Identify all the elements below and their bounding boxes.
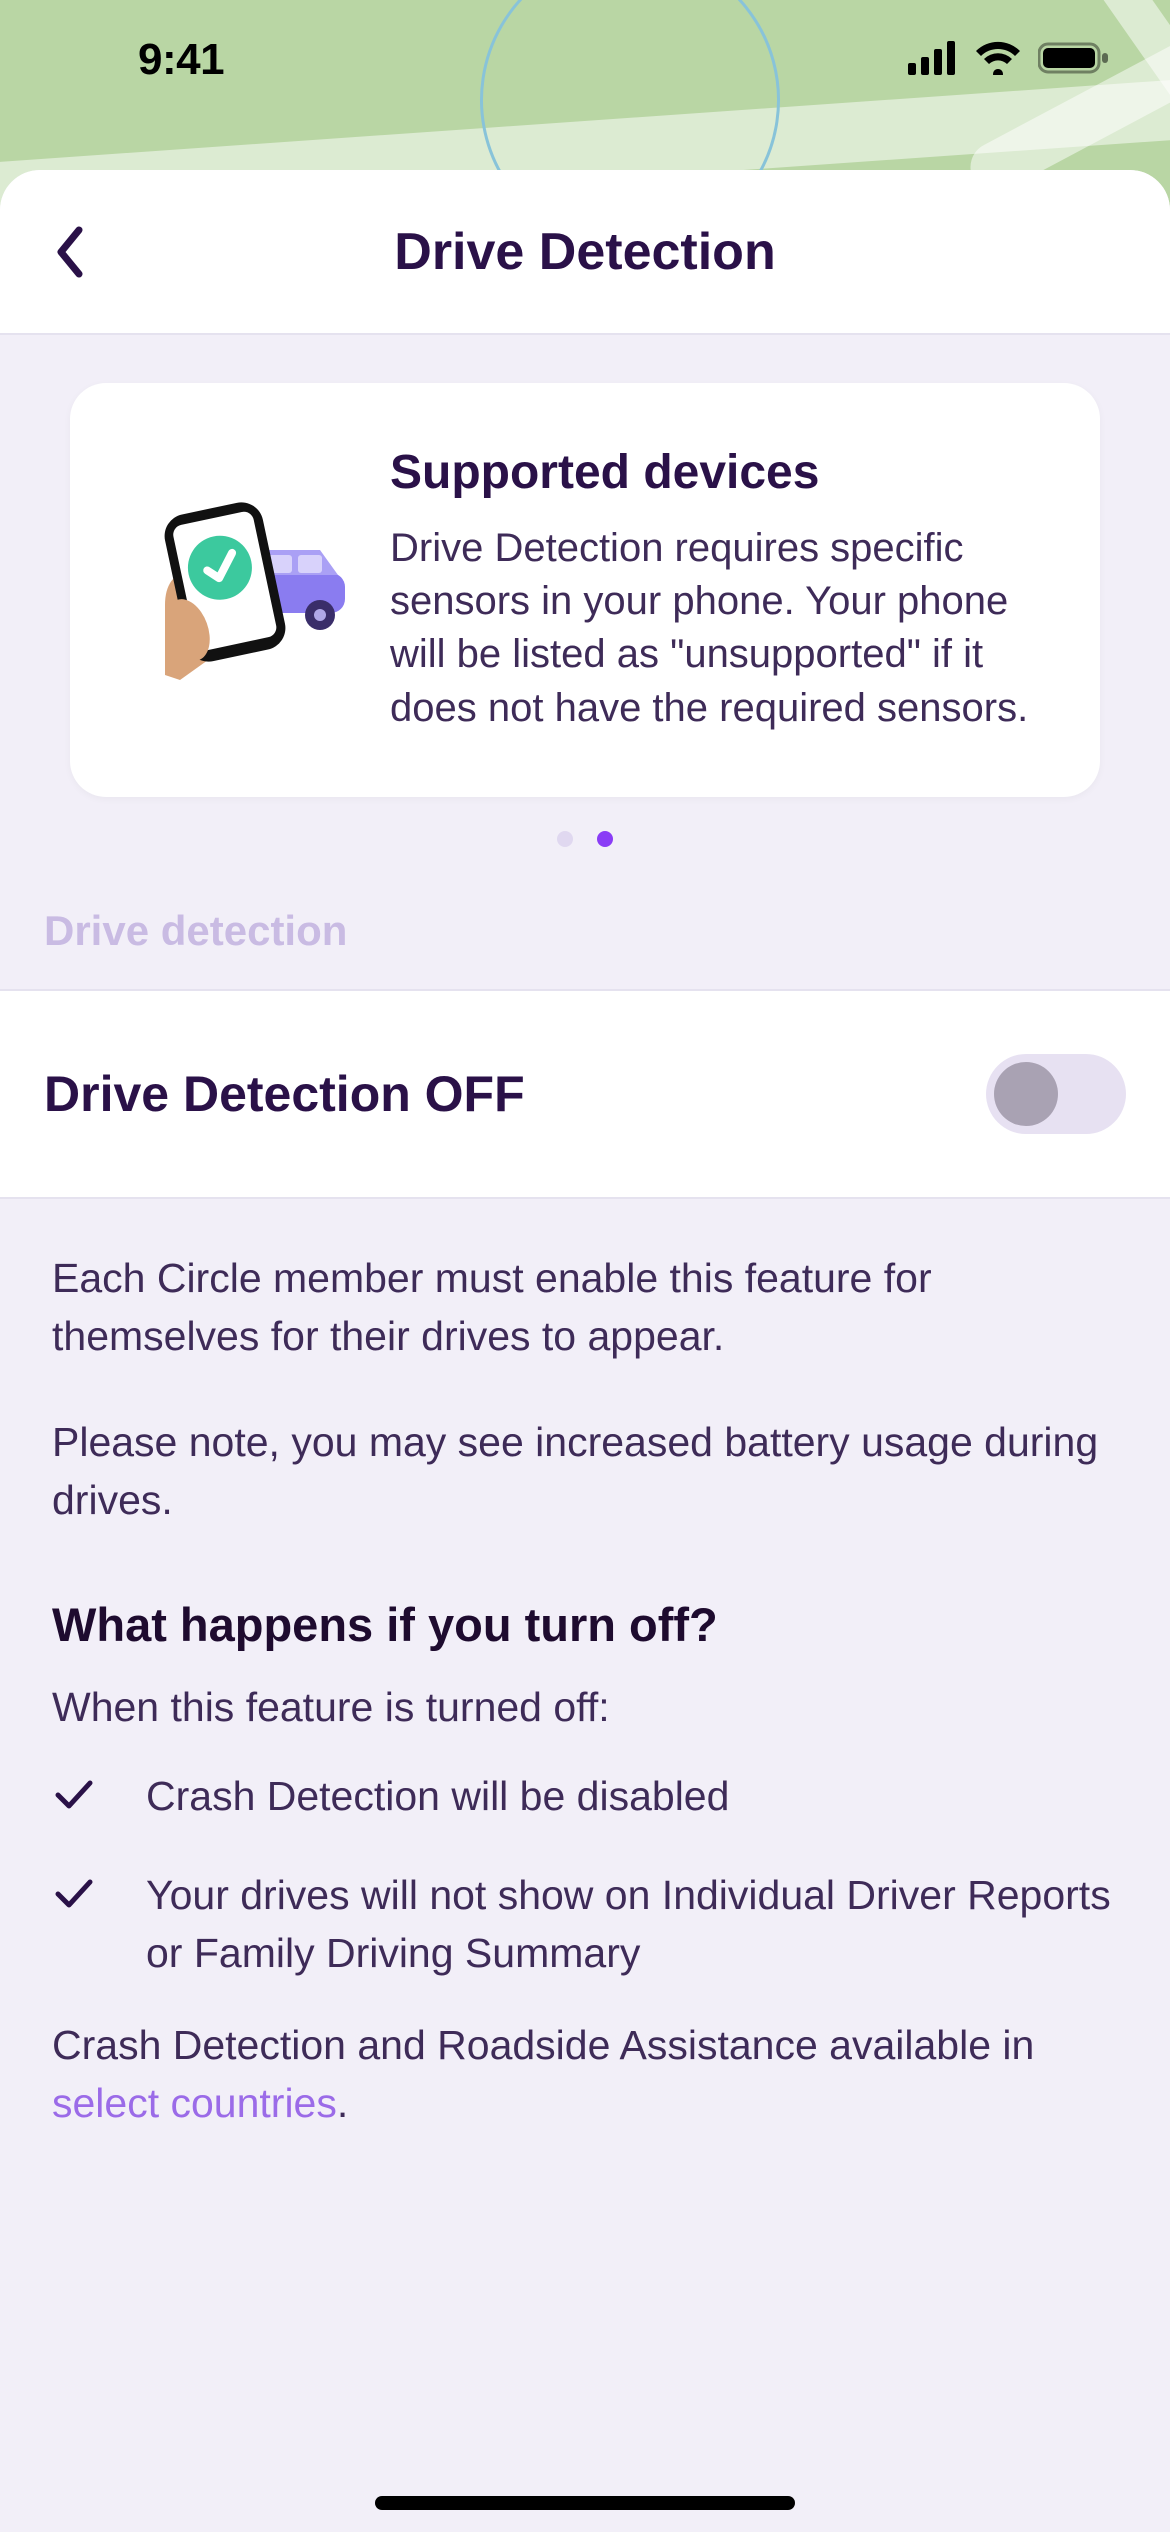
status-bar: 9:41 bbox=[0, 0, 1170, 120]
toggle-knob bbox=[994, 1062, 1058, 1126]
drive-detection-toggle-row[interactable]: Drive Detection OFF bbox=[0, 989, 1170, 1199]
page-title: Drive Detection bbox=[0, 222, 1170, 282]
check-icon bbox=[52, 1767, 104, 1832]
page-dot-active[interactable] bbox=[597, 831, 613, 847]
toggle-label: Drive Detection OFF bbox=[44, 1065, 525, 1123]
card-title: Supported devices bbox=[390, 445, 1050, 500]
page-indicator bbox=[0, 797, 1170, 907]
battery-icon bbox=[1038, 41, 1110, 80]
phone-car-illustration bbox=[120, 445, 350, 695]
check-icon bbox=[52, 1866, 104, 1982]
toggle-switch[interactable] bbox=[986, 1054, 1126, 1134]
info-heading: What happens if you turn off? bbox=[52, 1592, 1118, 1659]
section-label: Drive detection bbox=[0, 907, 1170, 989]
info-bullet: Crash Detection will be disabled bbox=[52, 1767, 1118, 1832]
page-dot[interactable] bbox=[557, 831, 573, 847]
back-button[interactable] bbox=[30, 212, 110, 292]
info-paragraph: Please note, you may see increased batte… bbox=[52, 1413, 1118, 1529]
wifi-icon bbox=[974, 41, 1022, 80]
info-card[interactable]: Supported devices Drive Detection requir… bbox=[70, 383, 1100, 797]
sheet: Drive Detection bbox=[0, 170, 1170, 2532]
cellular-icon bbox=[908, 41, 958, 80]
bullet-text: Your drives will not show on Individual … bbox=[146, 1866, 1118, 1982]
info-section: Each Circle member must enable this feat… bbox=[0, 1199, 1170, 2133]
nav-bar: Drive Detection bbox=[0, 170, 1170, 335]
info-footer: Crash Detection and Roadside Assistance … bbox=[52, 2016, 1118, 2132]
select-countries-link[interactable]: select countries bbox=[52, 2080, 337, 2126]
info-subheading: When this feature is turned off: bbox=[52, 1678, 1118, 1736]
status-time: 9:41 bbox=[138, 35, 224, 85]
info-bullet: Your drives will not show on Individual … bbox=[52, 1866, 1118, 1982]
card-body: Drive Detection requires specific sensor… bbox=[390, 522, 1050, 735]
chevron-left-icon bbox=[53, 226, 87, 278]
bullet-text: Crash Detection will be disabled bbox=[146, 1767, 1118, 1832]
home-indicator[interactable] bbox=[375, 2496, 795, 2510]
info-paragraph: Each Circle member must enable this feat… bbox=[52, 1249, 1118, 1365]
